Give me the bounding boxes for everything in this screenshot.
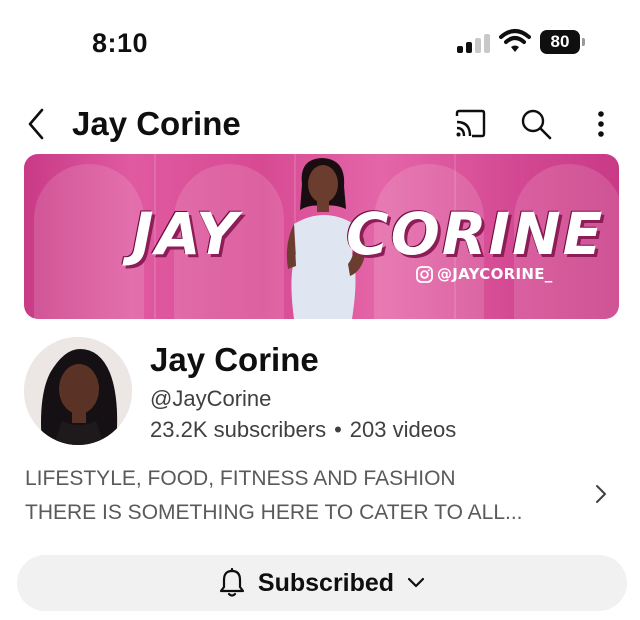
chevron-down-icon: [407, 577, 425, 588]
banner-handle-text: @JAYCORINE_: [437, 265, 553, 283]
video-count: 203 videos: [349, 417, 457, 442]
channel-handle: @JayCorine: [150, 386, 272, 411]
status-time: 8:10: [92, 28, 149, 58]
description-line-1: LIFESTYLE, FOOD, FITNESS AND FASHION: [25, 467, 456, 490]
instagram-icon: [416, 265, 433, 283]
channel-name: Jay Corine: [150, 341, 319, 378]
cellular-signal-icon: [457, 33, 491, 53]
avatar-photo: [24, 337, 132, 445]
subscriber-count: 23.2K subscribers: [150, 417, 327, 442]
chevron-right-icon[interactable]: [593, 482, 609, 506]
description-line-2: THERE IS SOMETHING HERE TO CATER TO ALL.…: [25, 501, 523, 524]
more-vert-icon[interactable]: [586, 106, 616, 142]
stats-separator: •: [334, 417, 342, 442]
subscribed-label: Subscribed: [257, 568, 395, 597]
battery-level: 80: [540, 30, 580, 54]
channel-stats: 23.2K subscribers • 203 videos: [150, 416, 456, 444]
banner-instagram-handle: @JAYCORINE_: [416, 264, 553, 284]
banner-title-last: CORINE: [346, 200, 605, 268]
channel-banner: JAY CORINE @JAYCORINE_: [24, 154, 619, 319]
cast-icon[interactable]: [452, 106, 488, 142]
subscribed-button[interactable]: Subscribed: [17, 555, 627, 611]
battery-icon: 80: [540, 30, 585, 54]
status-bar: 8:10 80: [0, 0, 640, 90]
wifi-icon: [499, 29, 531, 52]
app-header: Jay Corine: [0, 96, 640, 152]
bell-icon: [219, 568, 245, 597]
page-title: Jay Corine: [72, 105, 241, 142]
search-icon[interactable]: [518, 106, 554, 142]
channel-description[interactable]: LIFESTYLE, FOOD, FITNESS AND FASHION THE…: [25, 462, 585, 530]
back-icon[interactable]: [22, 104, 50, 144]
avatar[interactable]: [24, 337, 132, 445]
banner-title-first: JAY: [132, 200, 240, 268]
